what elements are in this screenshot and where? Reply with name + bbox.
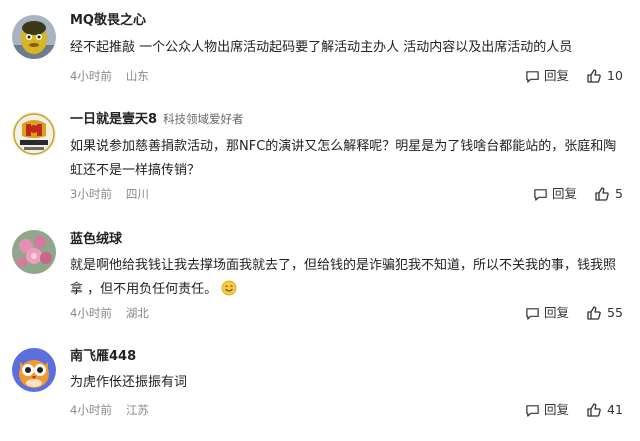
thumbs-up-icon [595, 187, 609, 201]
reply-button[interactable]: 回复 [525, 305, 569, 321]
thumbs-up-icon [587, 306, 601, 320]
location: 山东 [125, 69, 149, 83]
timestamp: 4小时前 [70, 403, 112, 417]
thumbs-up-icon [587, 403, 601, 417]
comment-item: 南飞雁448 为虎作伥还振振有词 4小时前 江苏 回复 41 [0, 340, 640, 441]
like-count: 55 [607, 305, 623, 320]
location: 四川 [125, 187, 149, 201]
location: 江苏 [125, 403, 149, 417]
like-count: 41 [607, 402, 623, 417]
timestamp: 4小时前 [70, 69, 112, 83]
comment-text: 为虎作伥还振振有词 [70, 375, 188, 390]
reply-icon [526, 70, 539, 83]
reply-icon [526, 307, 539, 320]
comment-meta: 4小时前 山东 [70, 68, 149, 84]
reply-button[interactable]: 回复 [525, 402, 569, 418]
owl-avatar[interactable] [12, 348, 56, 392]
username[interactable]: 南飞雁448 [70, 348, 136, 366]
comment-item: 一日就是壹天8 科技领域爱好者 如果说参加慈善捐款活动，那NFC的演讲又怎么解释呢… [0, 100, 640, 220]
like-button[interactable]: 10 [586, 68, 623, 84]
comment-item: 蓝色绒球 就是啊他给我钱让我去撑场面我就去了，但给钱的是诈骗犯我不知道，所以不关… [0, 220, 640, 340]
comment-text: 经不起推敲 一个公众人物出席活动起码要了解活动主办人 活动内容以及出席活动的人员 [70, 40, 573, 55]
pink-flower-avatar[interactable] [12, 230, 56, 274]
comment-meta: 4小时前 江苏 [70, 402, 149, 418]
username[interactable]: 蓝色绒球 [70, 231, 122, 249]
yellow-character-avatar[interactable] [12, 15, 56, 59]
username[interactable]: 一日就是壹天8 科技领域爱好者 [70, 110, 244, 129]
reply-button[interactable]: 回复 [533, 186, 577, 202]
reply-button[interactable]: 回复 [525, 68, 569, 84]
smile-emoji-icon [221, 280, 237, 296]
timestamp: 3小时前 [70, 187, 112, 201]
comment-meta: 3小时前 四川 [70, 186, 149, 202]
like-button[interactable]: 41 [586, 402, 623, 418]
username[interactable]: MQ敬畏之心 [70, 12, 146, 30]
timestamp: 4小时前 [70, 306, 112, 320]
user-tag: 科技领域爱好者 [163, 112, 244, 126]
comment-text: 如果说参加慈善捐款活动，那NFC的演讲又怎么解释呢？明星是为了钱啥台都能站的，张… [70, 139, 617, 178]
like-button[interactable]: 55 [586, 305, 623, 321]
like-count: 10 [607, 68, 623, 83]
reply-icon [534, 188, 547, 201]
emblem-avatar[interactable] [12, 112, 56, 156]
comment-meta: 4小时前 湖北 [70, 305, 149, 321]
thumbs-up-icon [587, 69, 601, 83]
comment-item: MQ敬畏之心 经不起推敲 一个公众人物出席活动起码要了解活动主办人 活动内容以及… [0, 0, 640, 100]
location: 湖北 [125, 306, 149, 320]
like-count: 5 [615, 186, 623, 201]
comment-text: 就是啊他给我钱让我去撑场面我就去了，但给钱的是诈骗犯我不知道，所以不关我的事，钱… [70, 258, 617, 297]
reply-icon [526, 404, 539, 417]
like-button[interactable]: 5 [594, 186, 623, 202]
